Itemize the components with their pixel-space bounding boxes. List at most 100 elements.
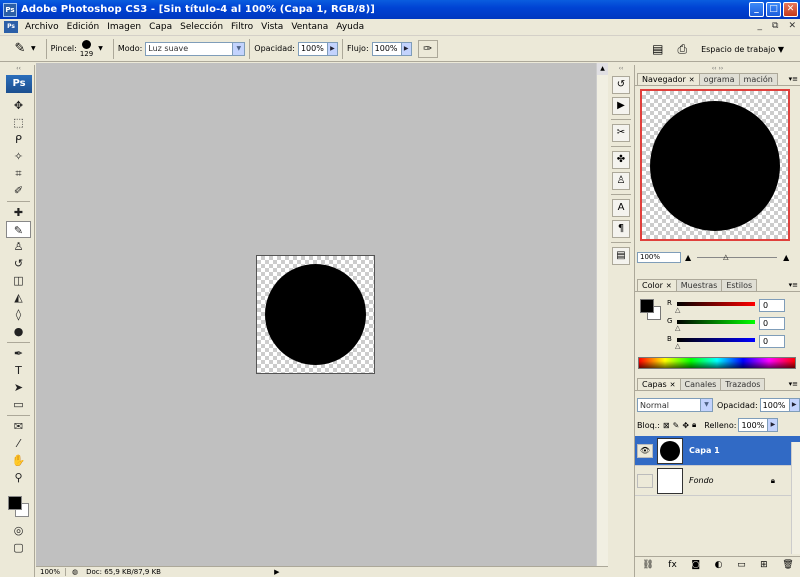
menu-archivo[interactable]: Archivo (21, 22, 63, 32)
eyedropper-tool-icon[interactable]: ⁄ (3, 435, 34, 452)
close-tab-icon[interactable]: ✕ (666, 282, 672, 290)
menu-edicion[interactable]: Edición (63, 22, 104, 32)
opacity-field[interactable]: 100% ▶ (297, 41, 338, 56)
foreground-color-swatch[interactable] (8, 496, 22, 510)
close-tab-icon[interactable]: ✕ (689, 76, 695, 84)
history-brush-tool-icon[interactable]: ↺ (3, 255, 34, 272)
navigator-preview[interactable] (640, 89, 790, 241)
navigator-zoom-field[interactable]: 100% (637, 251, 681, 263)
tab-histograma[interactable]: ograma (698, 73, 740, 85)
slider-knob-icon[interactable]: △ (675, 306, 680, 314)
paint-bucket-tool-icon[interactable]: ◭ (3, 289, 34, 306)
slider-knob-icon[interactable]: △ (675, 324, 680, 332)
slider-knob-icon[interactable]: △ (675, 342, 680, 350)
doc-restore-button[interactable]: ⧉ (772, 21, 778, 31)
blend-mode-select[interactable]: Normal ▼ (637, 398, 713, 412)
close-tab-icon[interactable]: ✕ (670, 381, 676, 389)
pen-tool-icon[interactable]: ✒ (3, 345, 34, 362)
flow-field[interactable]: 100% ▶ (371, 41, 412, 56)
zoom-tool-icon[interactable]: ⚲ (3, 469, 34, 486)
menu-seleccion[interactable]: Selección (176, 22, 227, 32)
new-group-icon[interactable]: ▭ (737, 560, 746, 570)
color-panel-foreground-swatch[interactable] (640, 299, 654, 313)
brush-tool-icon[interactable]: ✎ (6, 221, 31, 238)
print-icon[interactable]: ⎙ (677, 42, 687, 57)
red-value-field[interactable]: 0 (759, 299, 785, 312)
character-panel-icon[interactable]: A (612, 199, 630, 217)
hand-tool-icon[interactable]: ✋ (3, 452, 34, 469)
zoom-out-icon[interactable]: ▲ (685, 253, 691, 262)
menu-ventana[interactable]: Ventana (287, 22, 332, 32)
layer-name[interactable]: Capa 1 (689, 446, 720, 455)
navigator-zoom-slider[interactable]: △ (697, 253, 778, 261)
green-slider[interactable] (677, 320, 755, 324)
quick-mask-icon[interactable]: ◎ (3, 522, 34, 539)
layers-scrollbar[interactable] (791, 442, 800, 554)
tab-color[interactable]: Color ✕ (637, 279, 677, 291)
brush-picker-caret-icon[interactable]: ▼ (98, 45, 103, 52)
layer-name[interactable]: Fondo (689, 476, 714, 485)
workspace-menu[interactable]: Espacio de trabajo ▼ (701, 45, 784, 54)
paragraph-panel-icon[interactable]: ¶ (612, 220, 630, 238)
vertical-scrollbar[interactable]: ▲ (596, 63, 608, 566)
chevron-right-icon[interactable]: ▶ (400, 42, 411, 55)
lock-image-icon[interactable]: ✎ (673, 421, 680, 430)
notes-tool-icon[interactable]: ✉ (3, 418, 34, 435)
dock-grip[interactable]: ‹‹ (609, 65, 633, 73)
tab-capas[interactable]: Capas ✕ (637, 378, 681, 390)
fill-field[interactable]: 100% ▶ (738, 418, 779, 432)
chevron-right-icon[interactable]: ▶ (788, 399, 799, 411)
clone-stamp-tool-icon[interactable]: ♙ (3, 238, 34, 255)
slice-tool-icon[interactable]: ✐ (3, 182, 34, 199)
blur-tool-icon[interactable]: ◊ (3, 306, 34, 323)
history-panel-icon[interactable]: ↺ (612, 76, 630, 94)
airbrush-icon[interactable]: ✑ (417, 39, 438, 58)
brush-tool-preset-icon[interactable]: ✎ (10, 39, 30, 59)
adjustment-layer-icon[interactable]: ◐ (715, 560, 723, 570)
menu-imagen[interactable]: Imagen (103, 22, 145, 32)
status-menu-arrow-icon[interactable]: ▶ (274, 568, 279, 576)
eraser-tool-icon[interactable]: ◫ (3, 272, 34, 289)
menu-filtro[interactable]: Filtro (227, 22, 257, 32)
close-button[interactable]: ✕ (783, 2, 798, 17)
dodge-tool-icon[interactable]: ● (3, 323, 34, 340)
tab-navegador[interactable]: Navegador ✕ (637, 73, 700, 85)
tool-presets-panel-icon[interactable]: ✂ (612, 124, 630, 142)
info-panel-icon[interactable]: ▤ (612, 247, 630, 265)
crop-tool-icon[interactable]: ⌗ (3, 165, 34, 182)
blue-slider[interactable] (677, 338, 755, 342)
color-spectrum-ramp[interactable] (638, 357, 796, 369)
tool-preset-caret-icon[interactable]: ▼ (31, 45, 36, 52)
blue-value-field[interactable]: 0 (759, 335, 785, 348)
healing-brush-tool-icon[interactable]: ✚ (3, 204, 34, 221)
delete-layer-icon[interactable]: 🗑︎ (782, 560, 793, 570)
slider-knob-icon[interactable]: △ (723, 253, 728, 261)
minimize-button[interactable]: _ (749, 2, 764, 17)
tab-estilos[interactable]: Estilos (721, 279, 758, 291)
new-layer-icon[interactable]: ⊞ (760, 560, 768, 570)
panel-menu-icon[interactable]: ▾≡ (789, 281, 798, 289)
palette-well-icon[interactable]: ▤ (652, 42, 663, 56)
status-zoom[interactable]: 100% (36, 568, 66, 576)
tab-canales[interactable]: Canales (679, 378, 722, 390)
scroll-up-icon[interactable]: ▲ (597, 63, 608, 75)
layer-row-capa-1[interactable]: 👁︎ Capa 1 (635, 436, 800, 466)
tab-informacion[interactable]: mación (738, 73, 778, 85)
panels-grip[interactable]: ‹‹ ›› (635, 65, 800, 73)
eye-icon[interactable]: 👁︎ (637, 443, 653, 458)
type-tool-icon[interactable]: T (3, 362, 34, 379)
maximize-button[interactable]: □ (766, 2, 781, 17)
clone-source-panel-icon[interactable]: ♙ (612, 172, 630, 190)
layer-mask-icon[interactable]: ◙ (691, 560, 700, 570)
screen-mode-icon[interactable]: ▢ (3, 539, 34, 556)
menu-ayuda[interactable]: Ayuda (332, 22, 368, 32)
red-slider[interactable] (677, 302, 755, 306)
path-selection-tool-icon[interactable]: ➤ (3, 379, 34, 396)
chevron-right-icon[interactable]: ▶ (326, 42, 337, 55)
panel-menu-icon[interactable]: ▾≡ (789, 380, 798, 388)
ps-logo[interactable]: Ps (6, 75, 32, 93)
zoom-in-icon[interactable]: ▲ (783, 253, 789, 262)
mode-select[interactable]: Luz suave ▼ (145, 41, 246, 56)
document-canvas-area[interactable] (36, 63, 596, 566)
doc-close-button[interactable]: ✕ (788, 21, 796, 31)
